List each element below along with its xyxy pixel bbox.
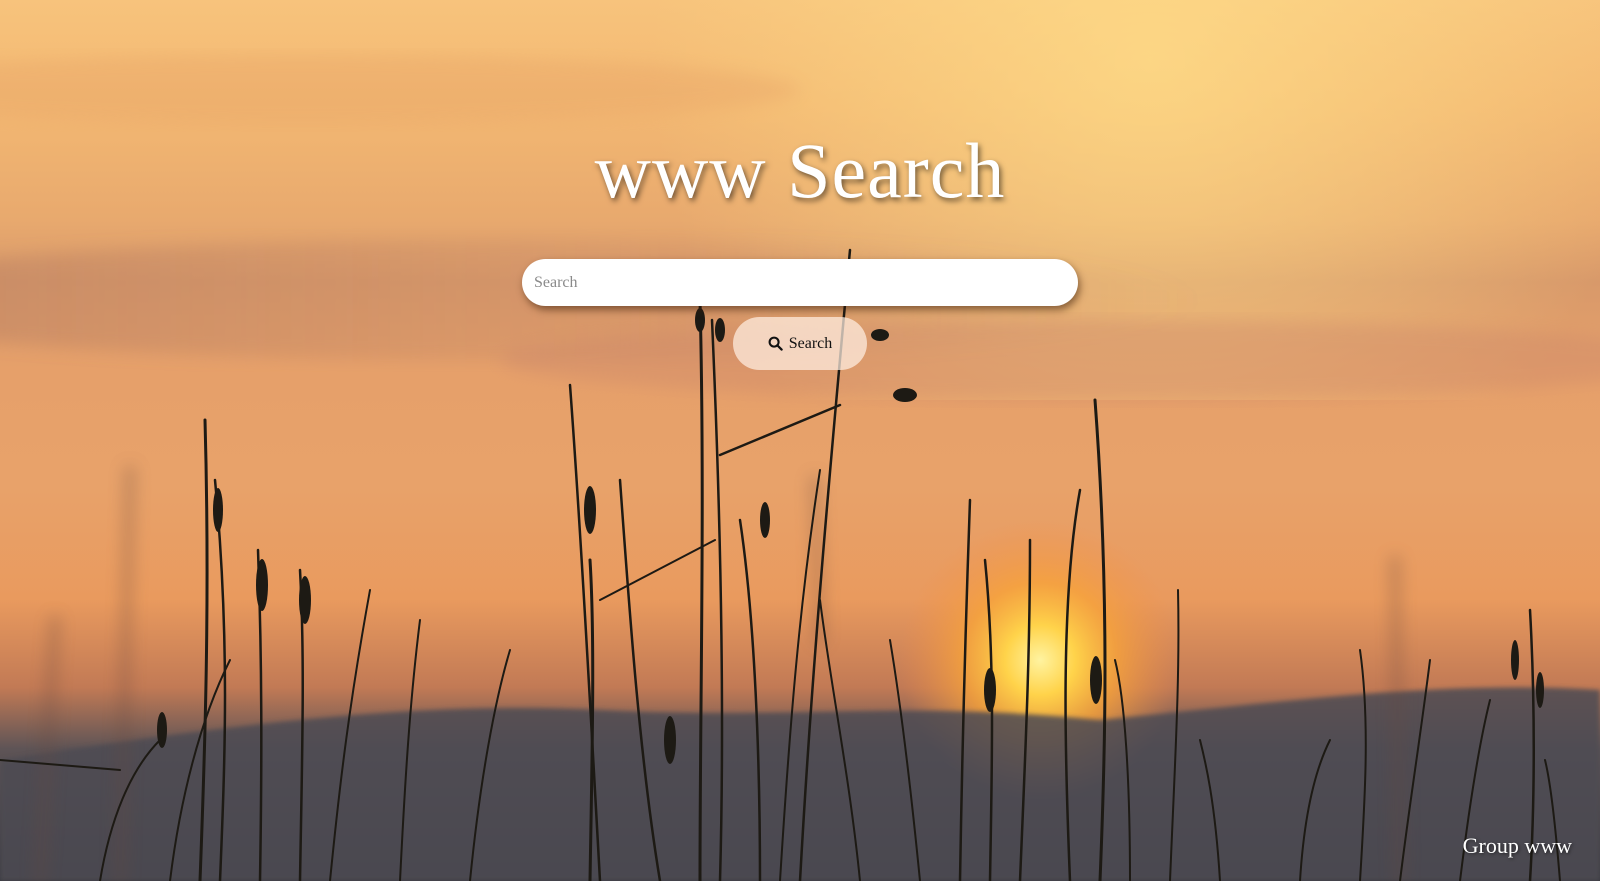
search-button[interactable]: Search [733,317,867,370]
page-title: www Search [594,127,1006,214]
search-icon [768,336,783,351]
footer-text: Group www [1462,833,1572,858]
search-button-label: Search [788,334,833,352]
search-input[interactable] [522,259,1078,306]
